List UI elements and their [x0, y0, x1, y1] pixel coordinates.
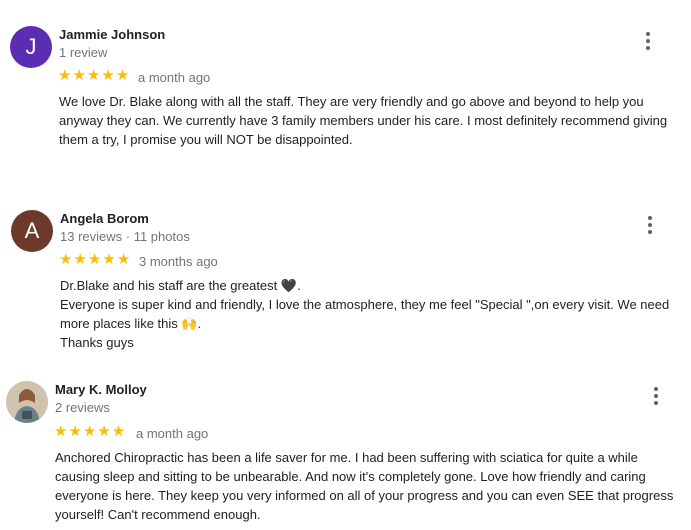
star-icon: ★	[111, 423, 126, 440]
more-vert-icon[interactable]	[646, 384, 666, 408]
star-icon: ★	[68, 423, 82, 440]
review-time: a month ago	[136, 426, 209, 441]
review-text: Anchored Chiropractic has been a life sa…	[55, 448, 681, 524]
reviewer-name[interactable]: Mary K. Molloy	[55, 382, 147, 397]
review-card: Mary K. Molloy 2 reviews ★ ★ ★ ★ ★ a mon…	[0, 0, 691, 530]
avatar[interactable]	[6, 381, 48, 423]
star-icon: ★	[82, 423, 97, 440]
star-rating: ★ ★ ★ ★ ★	[54, 424, 125, 439]
star-icon: ★	[97, 423, 111, 440]
profile-photo-icon	[6, 381, 48, 423]
reviewer-meta: 2 reviews	[55, 400, 110, 415]
star-icon: ★	[54, 423, 68, 440]
review-text-line: Anchored Chiropractic has been a life sa…	[55, 450, 674, 522]
